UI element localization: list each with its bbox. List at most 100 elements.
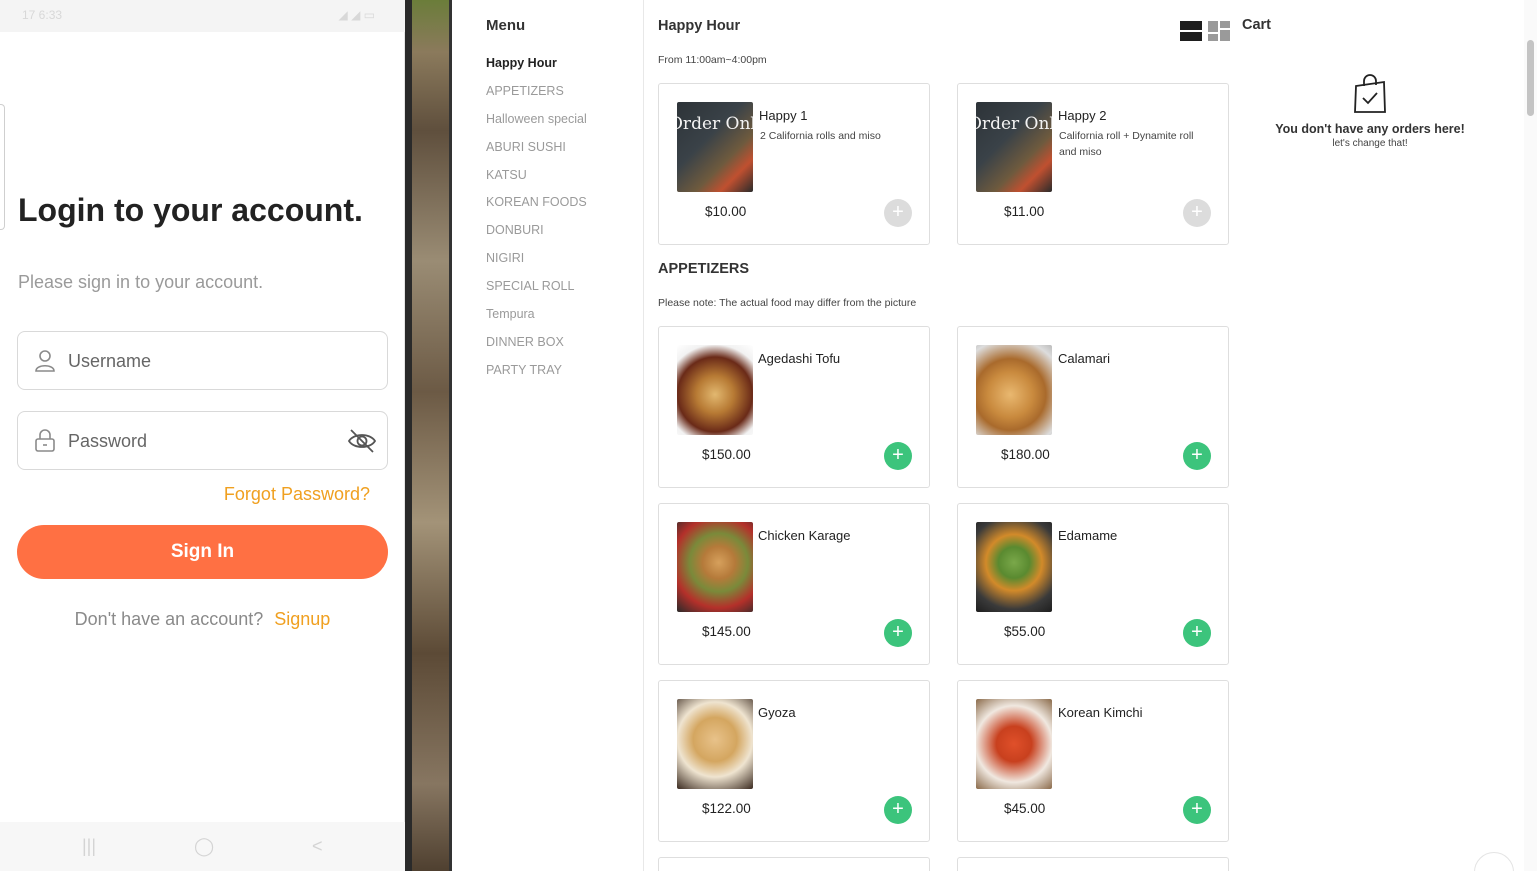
happy-hour-time-note: From 11:00am~4:00pm [658,54,767,66]
menu-item-dinner-box[interactable]: DINNER BOX [486,335,587,363]
android-nav-bar: ||| ◯ < [0,822,405,871]
sign-in-button[interactable]: Sign In [17,525,388,579]
item-price: $45.00 [1004,801,1046,816]
background-image-strip [405,0,452,871]
menu-item-happy-hour[interactable]: Happy Hour [486,56,587,84]
menu-item-nigiri[interactable]: NIGIRI [486,251,587,279]
cart-empty-title: You don't have any orders here! [1275,122,1465,136]
food-image-edamame [976,522,1052,612]
menu-content: Happy Hour From 11:00am~4:00pm Order Onl… [644,0,1524,871]
add-to-cart-button[interactable]: + [1183,199,1211,227]
login-subtitle: Please sign in to your account. [18,272,264,292]
recents-button[interactable]: ||| [82,836,96,857]
cart-title: Cart [1242,17,1272,33]
menu-card-edamame[interactable]: Edamame $55.00 + [957,503,1229,665]
cart-empty-state: You don't have any orders here! let's ch… [1264,74,1476,149]
menu-item-party-tray[interactable]: PARTY TRAY [486,363,587,391]
password-field[interactable] [17,411,388,470]
cart-empty-subtitle: let's change that! [1332,138,1408,149]
appetizers-note: Please note: The actual food may differ … [658,297,917,309]
menu-item-halloween-special[interactable]: Halloween special [486,112,587,140]
image-overlay-text: Order Online [677,114,753,134]
signup-row: Don't have an account? Signup [0,609,405,630]
menu-card-partial[interactable] [957,857,1229,871]
menu-card-happy-2[interactable]: Order Online Happy 2 California roll + D… [957,83,1229,245]
menu-sidebar: Menu Happy Hour APPETIZERS Halloween spe… [452,0,644,871]
login-title: Login to your account. [18,192,363,228]
grid-view-icon[interactable] [1208,21,1230,41]
add-to-cart-button[interactable]: + [1183,796,1211,824]
page-scrollbar[interactable] [1524,0,1537,871]
back-button[interactable]: < [312,836,323,857]
status-bar: 17 6:33 ◢ ◢ ▭ [0,0,405,32]
status-indicators: ◢ ◢ ▭ [338,8,375,22]
home-button[interactable]: ◯ [194,836,214,857]
menu-item-appetizers[interactable]: APPETIZERS [486,84,587,112]
user-icon [35,350,55,372]
status-time: 17 6:33 [22,8,63,22]
menu-card-chicken-karage[interactable]: Chicken Karage $145.00 + [658,503,930,665]
food-image-agedashi-tofu [677,345,753,435]
forgot-password-link[interactable]: Forgot Password? [224,484,370,505]
item-price: $180.00 [1001,447,1050,462]
item-price: $55.00 [1004,624,1046,639]
section-title-appetizers: APPETIZERS [658,261,750,277]
food-image-happy-2: Order Online [976,102,1052,192]
add-to-cart-button[interactable]: + [884,442,912,470]
food-image-calamari [976,345,1052,435]
list-view-icon[interactable] [1180,21,1202,41]
menu-item-tempura[interactable]: Tempura [486,307,587,335]
menu-card-agedashi-tofu[interactable]: Agedashi Tofu $150.00 + [658,326,930,488]
menu-card-calamari[interactable]: Calamari $180.00 + [957,326,1229,488]
menu-item-aburi-sushi[interactable]: ABURI SUSHI [486,140,587,168]
menu-item-katsu[interactable]: KATSU [486,168,587,196]
item-price: $150.00 [702,447,751,462]
no-account-text: Don't have an account? [74,609,264,629]
menu-card-happy-1[interactable]: Order Online Happy 1 2 California rolls … [658,83,930,245]
add-to-cart-button[interactable]: + [1183,619,1211,647]
menu-item-korean-foods[interactable]: KOREAN FOODS [486,195,587,223]
menu-card-partial[interactable] [658,857,930,871]
screen: 17 6:33 ◢ ◢ ▭ Login to your account. Ple… [0,0,1537,871]
signup-link[interactable]: Signup [274,609,330,629]
add-to-cart-button[interactable]: + [884,619,912,647]
food-image-chicken-karage [677,522,753,612]
menu-card-gyoza[interactable]: Gyoza $122.00 + [658,680,930,842]
food-image-korean-kimchi [976,699,1052,789]
item-name: Happy 2 [1058,108,1107,123]
item-description: 2 California rolls and miso [760,130,881,142]
username-field[interactable] [17,331,388,390]
menu-card-korean-kimchi[interactable]: Korean Kimchi $45.00 + [957,680,1229,842]
item-name: Happy 1 [759,108,808,123]
add-to-cart-button[interactable]: + [884,796,912,824]
menu-item-special-roll[interactable]: SPECIAL ROLL [486,279,587,307]
item-name: Edamame [1058,528,1118,543]
add-to-cart-button[interactable]: + [1183,442,1211,470]
item-price: $10.00 [705,204,747,219]
menu-item-donburi[interactable]: DONBURI [486,223,587,251]
lock-icon [35,429,55,452]
item-name: Calamari [1058,351,1111,366]
image-overlay-text: Order Online [976,114,1052,134]
item-name: Korean Kimchi [1058,705,1143,720]
item-price: $122.00 [702,801,751,816]
food-image-gyoza [677,699,753,789]
eye-off-icon[interactable] [347,426,377,456]
item-name: Chicken Karage [758,528,851,543]
item-name: Agedashi Tofu [758,351,841,366]
phone-login-panel: 17 6:33 ◢ ◢ ▭ Login to your account. Ple… [0,0,405,871]
food-image-happy-1: Order Online [677,102,753,192]
edge-panel-handle[interactable] [0,104,5,230]
username-input[interactable] [68,344,338,378]
password-input[interactable] [68,424,338,458]
menu-title: Menu [486,17,526,34]
add-to-cart-button[interactable]: + [884,199,912,227]
menu-category-list: Happy Hour APPETIZERS Halloween special … [486,56,587,391]
item-price: $11.00 [1004,204,1045,219]
item-description: California roll + Dynamite roll and miso [1059,130,1194,158]
shopping-bag-check-icon [1354,74,1386,113]
section-title-happy-hour: Happy Hour [658,18,741,34]
scrollbar-thumb[interactable] [1527,40,1534,116]
item-name: Gyoza [758,705,796,720]
item-price: $145.00 [702,624,751,639]
